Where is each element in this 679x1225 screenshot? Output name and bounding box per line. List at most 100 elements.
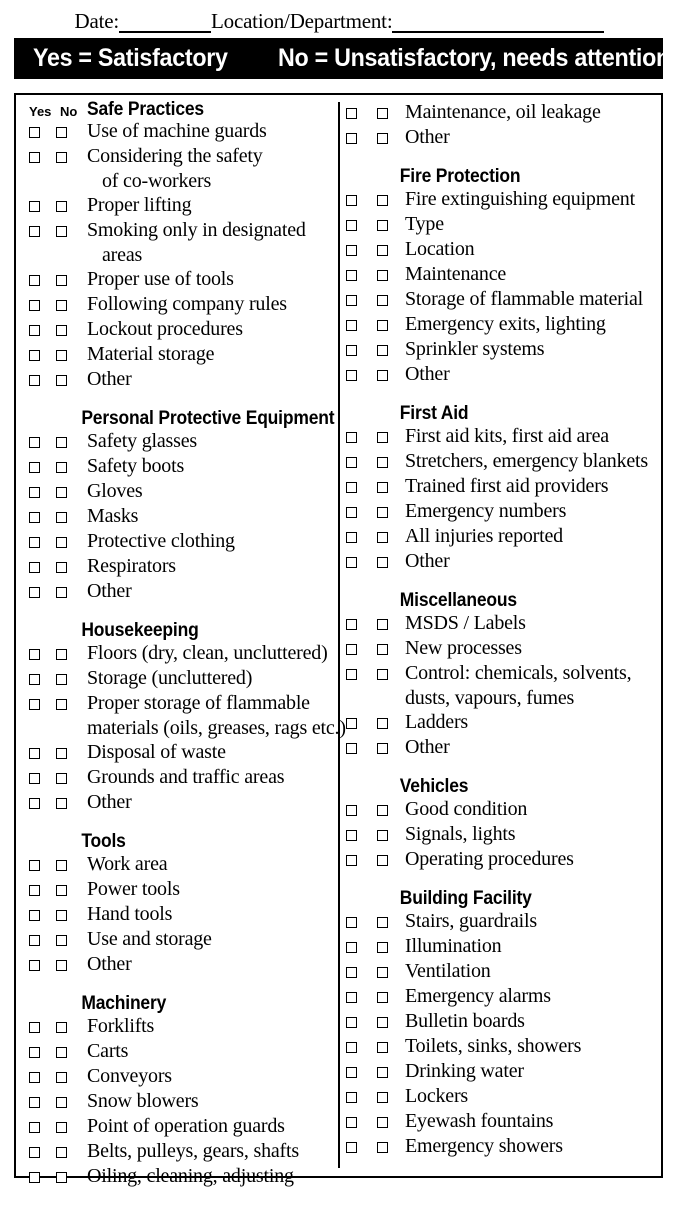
checkbox-yes-trained-first-aid-providers[interactable] bbox=[346, 482, 357, 493]
checkbox-yes-other[interactable] bbox=[346, 370, 357, 381]
checkbox-yes-use-of-machine-guards[interactable] bbox=[29, 127, 40, 138]
checkbox-yes-storage-of-flammable-material[interactable] bbox=[346, 295, 357, 306]
checkbox-yes-signals-lights[interactable] bbox=[346, 830, 357, 841]
checkbox-no-material-storage[interactable] bbox=[56, 350, 67, 361]
checkbox-no-other[interactable] bbox=[377, 133, 388, 144]
checkbox-yes-new-processes[interactable] bbox=[346, 644, 357, 655]
checkbox-yes-emergency-exits-lighting[interactable] bbox=[346, 320, 357, 331]
checkbox-no-storage-uncluttered[interactable] bbox=[56, 674, 67, 685]
checkbox-no-other[interactable] bbox=[56, 798, 67, 809]
checkbox-no-proper-lifting[interactable] bbox=[56, 201, 67, 212]
checkbox-yes-stairs-guardrails[interactable] bbox=[346, 917, 357, 928]
checkbox-yes-belts-pulleys-gears-shafts[interactable] bbox=[29, 1147, 40, 1158]
checkbox-yes-work-area[interactable] bbox=[29, 860, 40, 871]
checkbox-no-toilets-sinks-showers[interactable] bbox=[377, 1042, 388, 1053]
location-input-blank[interactable] bbox=[392, 12, 605, 33]
checkbox-yes-ladders[interactable] bbox=[346, 718, 357, 729]
checkbox-no-maintenance-oil-leakage[interactable] bbox=[377, 108, 388, 119]
checkbox-no-good-condition[interactable] bbox=[377, 805, 388, 816]
date-input-blank[interactable] bbox=[119, 12, 212, 33]
checkbox-yes-forklifts[interactable] bbox=[29, 1022, 40, 1033]
checkbox-no-gloves[interactable] bbox=[56, 487, 67, 498]
checkbox-yes-proper-storage-of-flammable[interactable] bbox=[29, 699, 40, 710]
checkbox-no-conveyors[interactable] bbox=[56, 1072, 67, 1083]
checkbox-yes-emergency-showers[interactable] bbox=[346, 1142, 357, 1153]
checkbox-no-msds-labels[interactable] bbox=[377, 619, 388, 630]
checkbox-no-emergency-numbers[interactable] bbox=[377, 507, 388, 518]
checkbox-no-power-tools[interactable] bbox=[56, 885, 67, 896]
checkbox-no-location[interactable] bbox=[377, 245, 388, 256]
checkbox-no-carts[interactable] bbox=[56, 1047, 67, 1058]
checkbox-yes-fire-extinguishing-equipment[interactable] bbox=[346, 195, 357, 206]
checkbox-yes-maintenance[interactable] bbox=[346, 270, 357, 281]
checkbox-yes-power-tools[interactable] bbox=[29, 885, 40, 896]
checkbox-no-all-injuries-reported[interactable] bbox=[377, 532, 388, 543]
checkbox-no-control-chemicals-solvents[interactable] bbox=[377, 669, 388, 680]
checkbox-no-emergency-showers[interactable] bbox=[377, 1142, 388, 1153]
checkbox-yes-snow-blowers[interactable] bbox=[29, 1097, 40, 1108]
checkbox-yes-illumination[interactable] bbox=[346, 942, 357, 953]
checkbox-no-other[interactable] bbox=[377, 743, 388, 754]
checkbox-no-proper-use-of-tools[interactable] bbox=[56, 275, 67, 286]
checkbox-yes-stretchers-emergency-blankets[interactable] bbox=[346, 457, 357, 468]
checkbox-yes-lockers[interactable] bbox=[346, 1092, 357, 1103]
checkbox-no-storage-of-flammable-material[interactable] bbox=[377, 295, 388, 306]
checkbox-no-ladders[interactable] bbox=[377, 718, 388, 729]
checkbox-yes-grounds-and-traffic-areas[interactable] bbox=[29, 773, 40, 784]
checkbox-yes-good-condition[interactable] bbox=[346, 805, 357, 816]
checkbox-yes-respirators[interactable] bbox=[29, 562, 40, 573]
checkbox-yes-first-aid-kits-first-aid-area[interactable] bbox=[346, 432, 357, 443]
checkbox-yes-type[interactable] bbox=[346, 220, 357, 231]
checkbox-no-trained-first-aid-providers[interactable] bbox=[377, 482, 388, 493]
checkbox-no-work-area[interactable] bbox=[56, 860, 67, 871]
checkbox-yes-all-injuries-reported[interactable] bbox=[346, 532, 357, 543]
checkbox-no-considering-the-safety[interactable] bbox=[56, 152, 67, 163]
checkbox-yes-toilets-sinks-showers[interactable] bbox=[346, 1042, 357, 1053]
checkbox-no-other[interactable] bbox=[56, 587, 67, 598]
checkbox-yes-disposal-of-waste[interactable] bbox=[29, 748, 40, 759]
checkbox-no-safety-glasses[interactable] bbox=[56, 437, 67, 448]
checkbox-no-first-aid-kits-first-aid-area[interactable] bbox=[377, 432, 388, 443]
checkbox-yes-protective-clothing[interactable] bbox=[29, 537, 40, 548]
checkbox-no-ventilation[interactable] bbox=[377, 967, 388, 978]
checkbox-no-forklifts[interactable] bbox=[56, 1022, 67, 1033]
checkbox-no-bulletin-boards[interactable] bbox=[377, 1017, 388, 1028]
checkbox-yes-hand-tools[interactable] bbox=[29, 910, 40, 921]
checkbox-yes-lockout-procedures[interactable] bbox=[29, 325, 40, 336]
checkbox-yes-other[interactable] bbox=[29, 587, 40, 598]
checkbox-no-belts-pulleys-gears-shafts[interactable] bbox=[56, 1147, 67, 1158]
checkbox-no-respirators[interactable] bbox=[56, 562, 67, 573]
checkbox-no-snow-blowers[interactable] bbox=[56, 1097, 67, 1108]
checkbox-no-sprinkler-systems[interactable] bbox=[377, 345, 388, 356]
checkbox-no-other[interactable] bbox=[377, 557, 388, 568]
checkbox-no-point-of-operation-guards[interactable] bbox=[56, 1122, 67, 1133]
checkbox-no-masks[interactable] bbox=[56, 512, 67, 523]
checkbox-no-protective-clothing[interactable] bbox=[56, 537, 67, 548]
checkbox-no-operating-procedures[interactable] bbox=[377, 855, 388, 866]
checkbox-no-type[interactable] bbox=[377, 220, 388, 231]
checkbox-yes-drinking-water[interactable] bbox=[346, 1067, 357, 1078]
checkbox-no-grounds-and-traffic-areas[interactable] bbox=[56, 773, 67, 784]
checkbox-no-use-and-storage[interactable] bbox=[56, 935, 67, 946]
checkbox-yes-proper-lifting[interactable] bbox=[29, 201, 40, 212]
checkbox-no-other[interactable] bbox=[377, 370, 388, 381]
checkbox-yes-emergency-alarms[interactable] bbox=[346, 992, 357, 1003]
checkbox-yes-proper-use-of-tools[interactable] bbox=[29, 275, 40, 286]
checkbox-no-lockout-procedures[interactable] bbox=[56, 325, 67, 336]
checkbox-yes-location[interactable] bbox=[346, 245, 357, 256]
checkbox-yes-other[interactable] bbox=[346, 557, 357, 568]
checkbox-no-stretchers-emergency-blankets[interactable] bbox=[377, 457, 388, 468]
checkbox-no-illumination[interactable] bbox=[377, 942, 388, 953]
checkbox-yes-point-of-operation-guards[interactable] bbox=[29, 1122, 40, 1133]
checkbox-no-lockers[interactable] bbox=[377, 1092, 388, 1103]
checkbox-yes-smoking-only-in-designated[interactable] bbox=[29, 226, 40, 237]
checkbox-yes-carts[interactable] bbox=[29, 1047, 40, 1058]
checkbox-no-stairs-guardrails[interactable] bbox=[377, 917, 388, 928]
checkbox-no-eyewash-fountains[interactable] bbox=[377, 1117, 388, 1128]
checkbox-yes-following-company-rules[interactable] bbox=[29, 300, 40, 311]
checkbox-yes-control-chemicals-solvents[interactable] bbox=[346, 669, 357, 680]
checkbox-yes-gloves[interactable] bbox=[29, 487, 40, 498]
checkbox-yes-emergency-numbers[interactable] bbox=[346, 507, 357, 518]
checkbox-no-signals-lights[interactable] bbox=[377, 830, 388, 841]
checkbox-yes-eyewash-fountains[interactable] bbox=[346, 1117, 357, 1128]
